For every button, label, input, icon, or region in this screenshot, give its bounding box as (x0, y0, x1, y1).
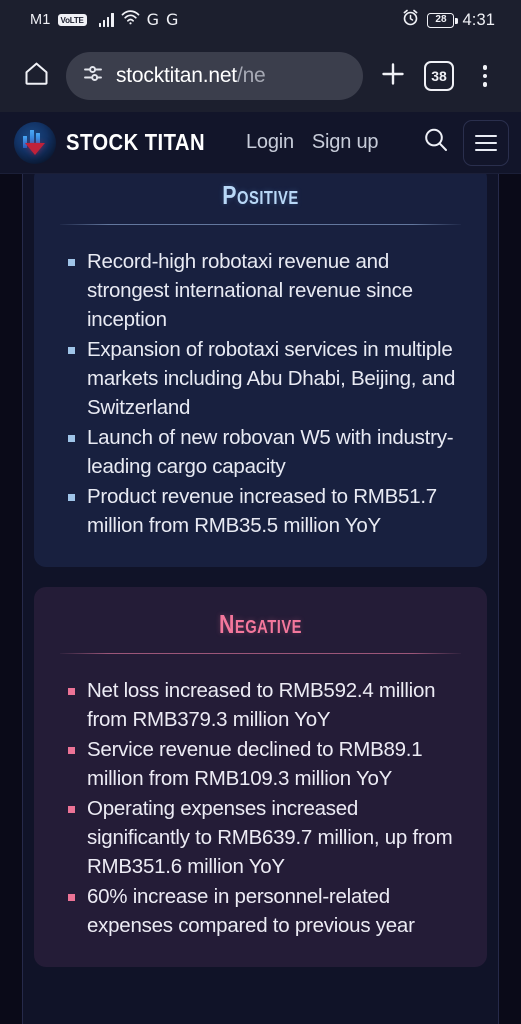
network-g-icon-1: G (146, 10, 159, 29)
list-item: Expansion of robotaxi services in multip… (60, 335, 461, 422)
positive-card-title: Positive (222, 180, 299, 210)
list-item: Operating expenses increased significant… (60, 794, 461, 881)
list-item: Product revenue increased to RMB51.7 mil… (60, 482, 461, 540)
alarm-icon (402, 9, 419, 31)
address-bar-text: stocktitan.net/ne (116, 64, 266, 88)
status-bar-left: M1 VoLTE G G (30, 10, 178, 30)
list-item: 60% increase in personnel-related expens… (60, 882, 461, 940)
search-button[interactable] (419, 126, 453, 160)
network-g-icon-2: G (165, 10, 179, 29)
tab-switcher-button[interactable]: 38 (417, 54, 461, 98)
wifi-icon (121, 10, 140, 30)
hamburger-icon (475, 134, 497, 151)
phone-screen: M1 VoLTE G G 28 4:31 stocktitan.net/ne 3… (0, 0, 521, 1024)
login-link[interactable]: Login (246, 131, 294, 154)
status-bar-right: 28 4:31 (402, 9, 495, 31)
list-item: Net loss increased to RMB592.4 million f… (60, 676, 461, 734)
battery-percent: 28 (435, 14, 447, 25)
brand-link[interactable]: STOCK TITAN (14, 121, 224, 164)
home-icon (23, 60, 50, 92)
site-header: STOCK TITAN Login Sign up (0, 112, 521, 174)
negative-card-title: Negative (218, 609, 303, 639)
signal-strength-icon (98, 13, 114, 27)
volte-badge: VoLTE (57, 14, 87, 26)
negative-card: Negative Net loss increased to RMB592.4 … (34, 587, 487, 967)
negative-card-divider (60, 653, 461, 654)
page-content: Positive Record-high robotaxi revenue an… (0, 174, 521, 1024)
browser-menu-button[interactable] (463, 54, 507, 98)
signup-link[interactable]: Sign up (312, 131, 379, 154)
clock-time: 4:31 (462, 10, 495, 29)
mobile-menu-button[interactable] (463, 119, 509, 166)
home-button[interactable] (14, 54, 58, 98)
battery-indicator: 28 (427, 12, 458, 28)
url-path: /ne (236, 64, 266, 87)
tab-count-badge: 38 (424, 61, 454, 91)
list-item: Record-high robotaxi revenue and stronge… (60, 247, 461, 334)
header-actions (419, 119, 509, 166)
search-icon (422, 126, 450, 159)
browser-toolbar: stocktitan.net/ne 38 (0, 40, 521, 112)
stock-titan-logo-icon (14, 121, 56, 164)
address-bar[interactable]: stocktitan.net/ne (66, 52, 363, 100)
brand-name: STOCK TITAN (66, 129, 206, 155)
tune-icon[interactable] (82, 63, 104, 90)
positive-card-divider (60, 224, 461, 225)
carrier-label: M1 (30, 12, 51, 28)
negative-bullet-list: Net loss increased to RMB592.4 million f… (60, 676, 461, 940)
logo-down-arrow (25, 142, 45, 155)
new-tab-button[interactable] (371, 54, 415, 98)
plus-icon (379, 60, 407, 93)
list-item: Launch of new robovan W5 with industry-l… (60, 423, 461, 481)
status-bar: M1 VoLTE G G 28 4:31 (0, 0, 521, 40)
header-nav: Login Sign up (246, 131, 379, 154)
positive-card: Positive Record-high robotaxi revenue an… (34, 174, 487, 567)
kebab-menu-icon (482, 65, 488, 87)
url-host: stocktitan.net (116, 64, 237, 87)
article-container: Positive Record-high robotaxi revenue an… (22, 174, 499, 1024)
list-item: Service revenue declined to RMB89.1 mill… (60, 735, 461, 793)
positive-bullet-list: Record-high robotaxi revenue and stronge… (60, 247, 461, 540)
